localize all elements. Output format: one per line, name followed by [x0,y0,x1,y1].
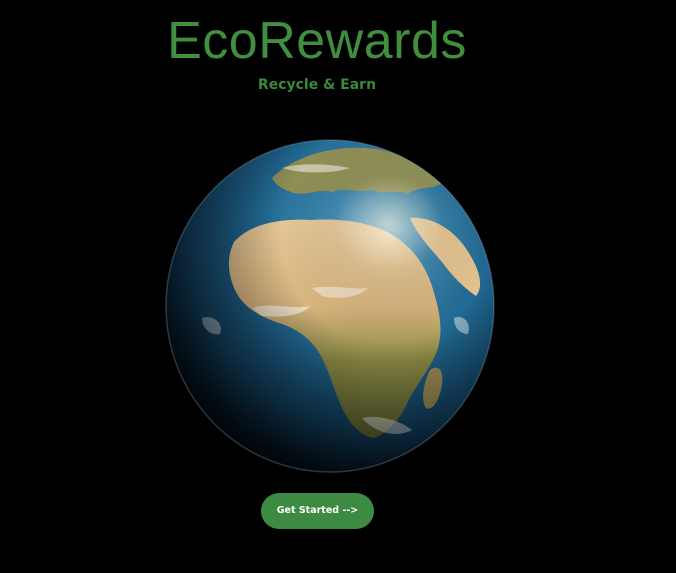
app-tagline: Recycle & Earn [257,77,377,93]
earth-globe-image [162,138,498,474]
landing-screen: EcoRewards Recycle & Earn Get Started --… [0,0,676,573]
app-title: EcoRewards [167,12,467,70]
get-started-button[interactable]: Get Started --> [261,493,374,529]
